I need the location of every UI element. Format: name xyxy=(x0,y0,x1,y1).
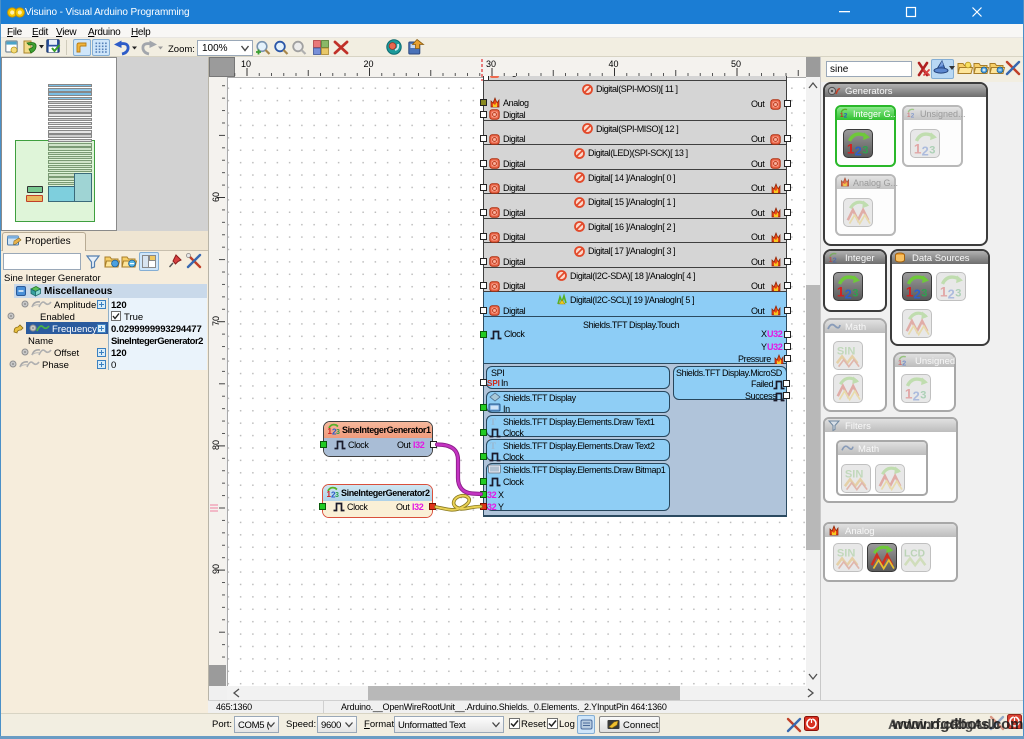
svg-text:2: 2 xyxy=(855,143,862,158)
svg-text:2: 2 xyxy=(844,112,848,119)
svg-text:1: 1 xyxy=(837,285,845,300)
svg-text:3: 3 xyxy=(921,288,927,300)
svg-text:2: 2 xyxy=(948,286,955,301)
svg-text:2: 2 xyxy=(911,112,915,119)
svg-text:2: 2 xyxy=(902,359,906,368)
svg-text:3: 3 xyxy=(862,144,868,156)
svg-text:2: 2 xyxy=(922,143,929,158)
svg-text:2: 2 xyxy=(833,256,837,265)
svg-text:1: 1 xyxy=(914,141,922,156)
svg-text:2: 2 xyxy=(914,286,921,301)
svg-text:1: 1 xyxy=(847,141,855,156)
svg-text:1: 1 xyxy=(905,387,913,402)
svg-text:3: 3 xyxy=(920,390,926,402)
svg-text:1: 1 xyxy=(940,285,948,300)
svg-text:3: 3 xyxy=(929,144,935,156)
svg-text:3: 3 xyxy=(852,288,858,300)
svg-text:2: 2 xyxy=(845,286,852,301)
svg-text:2: 2 xyxy=(913,388,920,403)
svg-text:1: 1 xyxy=(906,285,914,300)
svg-text:3: 3 xyxy=(955,288,961,300)
svg-text:LCD: LCD xyxy=(904,549,925,560)
